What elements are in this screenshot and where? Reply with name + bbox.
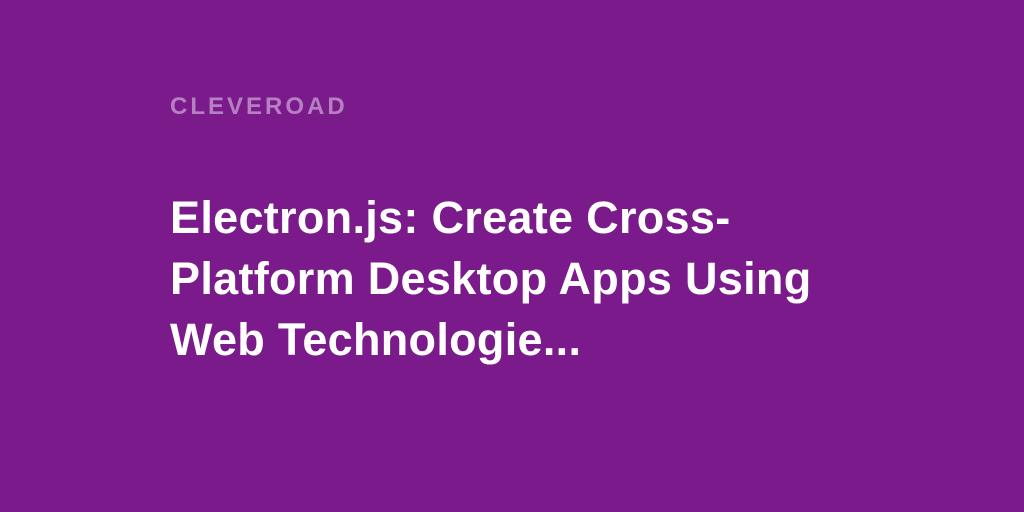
brand-label: CLEVEROAD: [170, 93, 348, 121]
page-title: Electron.js: Create Cross-Platform Deskt…: [170, 188, 854, 370]
